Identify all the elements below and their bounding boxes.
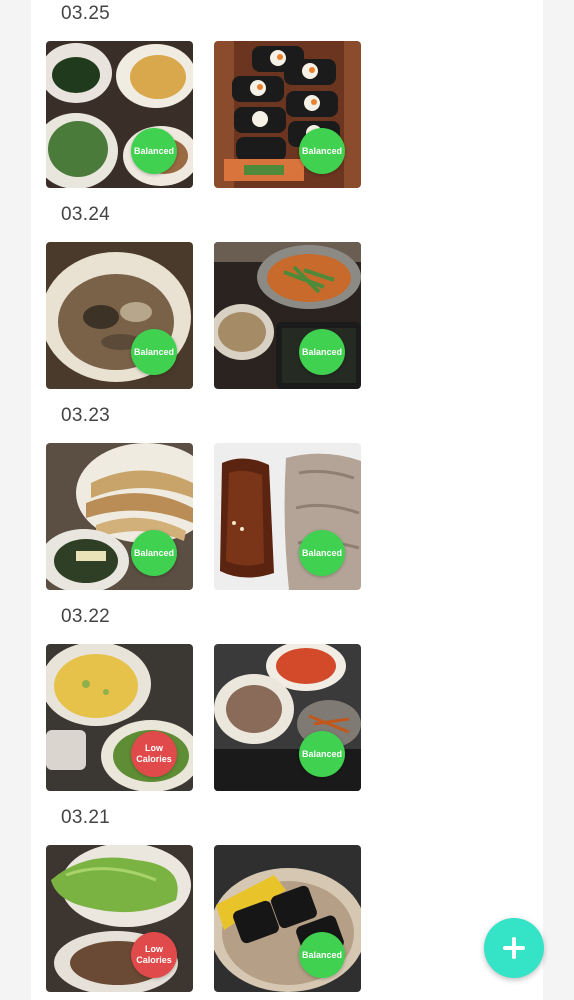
nutrition-badge: Balanced	[299, 932, 345, 978]
meal-thumbnail[interactable]: Low Calories	[46, 644, 193, 791]
nutrition-badge: Balanced	[299, 530, 345, 576]
date-label: 03.23	[61, 405, 111, 426]
meal-thumbnail[interactable]: Balanced	[46, 41, 193, 188]
meal-log-panel: 03.25 Balanced Balanced 03.24 Balanced B…	[31, 0, 543, 1000]
nutrition-badge: Low Calories	[131, 731, 177, 777]
nutrition-badge: Balanced	[299, 731, 345, 777]
meal-thumbnail[interactable]: Balanced	[214, 845, 361, 992]
plus-icon	[503, 937, 525, 959]
meal-thumbnail[interactable]: Balanced	[214, 443, 361, 590]
add-meal-button[interactable]	[484, 918, 544, 978]
nutrition-badge: Balanced	[299, 128, 345, 174]
nutrition-badge: Balanced	[131, 128, 177, 174]
nutrition-badge: Balanced	[299, 329, 345, 375]
meal-thumbnail[interactable]: Balanced	[46, 443, 193, 590]
meal-thumbnail[interactable]: Balanced	[214, 644, 361, 791]
nutrition-badge: Low Calories	[131, 932, 177, 978]
meal-thumbnail[interactable]: Low Calories	[46, 845, 193, 992]
nutrition-badge: Balanced	[131, 329, 177, 375]
date-label: 03.21	[61, 807, 111, 828]
date-label: 03.24	[61, 204, 111, 225]
meal-thumbnail[interactable]: Balanced	[46, 242, 193, 389]
meal-thumbnail[interactable]: Balanced	[214, 242, 361, 389]
date-label: 03.25	[61, 3, 111, 24]
meal-thumbnail[interactable]: Balanced	[214, 41, 361, 188]
date-label: 03.22	[61, 606, 111, 627]
nutrition-badge: Balanced	[131, 530, 177, 576]
